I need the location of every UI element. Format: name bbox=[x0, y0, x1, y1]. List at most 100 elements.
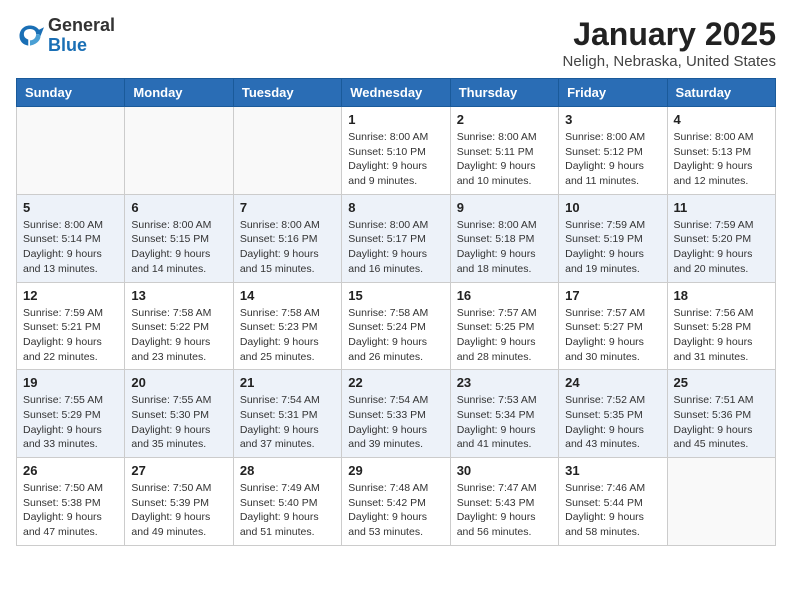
day-info: Sunrise: 7:50 AM Sunset: 5:39 PM Dayligh… bbox=[131, 481, 226, 540]
calendar-cell: 8 Sunrise: 8:00 AM Sunset: 5:17 PM Daylig… bbox=[342, 194, 450, 282]
calendar-cell: 13 Sunrise: 7:58 AM Sunset: 5:22 PM Dayli… bbox=[125, 282, 233, 370]
calendar-cell: 9Sunrise: 8:00 AM Sunset: 5:18 PM Daylig… bbox=[450, 194, 558, 282]
calendar-cell bbox=[125, 107, 233, 195]
calendar-header-cell: Monday bbox=[125, 79, 233, 107]
day-number: 8 bbox=[348, 200, 443, 215]
day-number: 28 bbox=[240, 463, 335, 478]
calendar-cell: 26 Sunrise: 7:50 AM Sunset: 5:38 PM Dayli… bbox=[17, 458, 125, 546]
day-info: Sunrise: 7:48 AM Sunset: 5:42 PM Dayligh… bbox=[348, 481, 443, 540]
calendar-body: 1 Sunrise: 8:00 AM Sunset: 5:10 PM Daylig… bbox=[17, 107, 776, 546]
page-header: General Blue January 2025 Neligh, Nebras… bbox=[16, 16, 776, 70]
calendar-cell: 2Sunrise: 8:00 AM Sunset: 5:11 PM Daylig… bbox=[450, 107, 558, 195]
day-info: Sunrise: 7:53 AM Sunset: 5:34 PM Dayligh… bbox=[457, 393, 552, 452]
day-info: Sunrise: 7:59 AM Sunset: 5:21 PM Dayligh… bbox=[23, 306, 118, 365]
day-info: Sunrise: 7:57 AM Sunset: 5:27 PM Dayligh… bbox=[565, 306, 660, 365]
day-info: Sunrise: 7:58 AM Sunset: 5:23 PM Dayligh… bbox=[240, 306, 335, 365]
calendar-cell: 27 Sunrise: 7:50 AM Sunset: 5:39 PM Dayli… bbox=[125, 458, 233, 546]
day-info: Sunrise: 8:00 AM Sunset: 5:13 PM Dayligh… bbox=[674, 130, 769, 189]
logo: General Blue bbox=[16, 16, 115, 56]
calendar-header-cell: Tuesday bbox=[233, 79, 341, 107]
calendar-cell bbox=[233, 107, 341, 195]
calendar-header-row: SundayMondayTuesdayWednesdayThursdayFrid… bbox=[17, 79, 776, 107]
calendar-cell: 18 Sunrise: 7:56 AM Sunset: 5:28 PM Dayli… bbox=[667, 282, 775, 370]
calendar-cell: 20 Sunrise: 7:55 AM Sunset: 5:30 PM Dayli… bbox=[125, 370, 233, 458]
calendar-cell: 11Sunrise: 7:59 AM Sunset: 5:20 PM Dayli… bbox=[667, 194, 775, 282]
day-info: Sunrise: 7:55 AM Sunset: 5:30 PM Dayligh… bbox=[131, 393, 226, 452]
day-info: Sunrise: 8:00 AM Sunset: 5:17 PM Dayligh… bbox=[348, 218, 443, 277]
month-title: January 2025 bbox=[563, 16, 776, 53]
day-info: Sunrise: 7:50 AM Sunset: 5:38 PM Dayligh… bbox=[23, 481, 118, 540]
day-number: 29 bbox=[348, 463, 443, 478]
day-info: Sunrise: 8:00 AM Sunset: 5:15 PM Dayligh… bbox=[131, 218, 226, 277]
calendar-cell: 15 Sunrise: 7:58 AM Sunset: 5:24 PM Dayli… bbox=[342, 282, 450, 370]
logo-text: General Blue bbox=[48, 16, 115, 56]
day-number: 14 bbox=[240, 288, 335, 303]
location-text: Neligh, Nebraska, United States bbox=[563, 53, 776, 70]
day-number: 16 bbox=[457, 288, 552, 303]
day-info: Sunrise: 7:51 AM Sunset: 5:36 PM Dayligh… bbox=[674, 393, 769, 452]
day-info: Sunrise: 7:58 AM Sunset: 5:22 PM Dayligh… bbox=[131, 306, 226, 365]
day-number: 20 bbox=[131, 375, 226, 390]
day-info: Sunrise: 7:54 AM Sunset: 5:31 PM Dayligh… bbox=[240, 393, 335, 452]
day-number: 26 bbox=[23, 463, 118, 478]
day-info: Sunrise: 8:00 AM Sunset: 5:10 PM Dayligh… bbox=[348, 130, 443, 189]
calendar-week-row: 12 Sunrise: 7:59 AM Sunset: 5:21 PM Dayli… bbox=[17, 282, 776, 370]
calendar-cell: 22Sunrise: 7:54 AM Sunset: 5:33 PM Dayli… bbox=[342, 370, 450, 458]
title-block: January 2025 Neligh, Nebraska, United St… bbox=[563, 16, 776, 70]
day-number: 18 bbox=[674, 288, 769, 303]
day-number: 19 bbox=[23, 375, 118, 390]
logo-blue-text: Blue bbox=[48, 35, 87, 55]
day-number: 17 bbox=[565, 288, 660, 303]
day-info: Sunrise: 8:00 AM Sunset: 5:11 PM Dayligh… bbox=[457, 130, 552, 189]
logo-general-text: General bbox=[48, 15, 115, 35]
day-info: Sunrise: 7:46 AM Sunset: 5:44 PM Dayligh… bbox=[565, 481, 660, 540]
calendar-cell: 16Sunrise: 7:57 AM Sunset: 5:25 PM Dayli… bbox=[450, 282, 558, 370]
calendar-cell: 24 Sunrise: 7:52 AM Sunset: 5:35 PM Dayli… bbox=[559, 370, 667, 458]
calendar-week-row: 26 Sunrise: 7:50 AM Sunset: 5:38 PM Dayli… bbox=[17, 458, 776, 546]
calendar-header-cell: Friday bbox=[559, 79, 667, 107]
calendar-cell: 7 Sunrise: 8:00 AM Sunset: 5:16 PM Daylig… bbox=[233, 194, 341, 282]
day-info: Sunrise: 7:55 AM Sunset: 5:29 PM Dayligh… bbox=[23, 393, 118, 452]
day-number: 15 bbox=[348, 288, 443, 303]
day-number: 1 bbox=[348, 112, 443, 127]
calendar-cell: 3Sunrise: 8:00 AM Sunset: 5:12 PM Daylig… bbox=[559, 107, 667, 195]
day-number: 5 bbox=[23, 200, 118, 215]
calendar-cell: 17 Sunrise: 7:57 AM Sunset: 5:27 PM Dayli… bbox=[559, 282, 667, 370]
calendar-cell: 6 Sunrise: 8:00 AM Sunset: 5:15 PM Daylig… bbox=[125, 194, 233, 282]
day-number: 22 bbox=[348, 375, 443, 390]
calendar-cell: 10Sunrise: 7:59 AM Sunset: 5:19 PM Dayli… bbox=[559, 194, 667, 282]
calendar-header-cell: Sunday bbox=[17, 79, 125, 107]
day-info: Sunrise: 7:59 AM Sunset: 5:20 PM Dayligh… bbox=[674, 218, 769, 277]
calendar-cell: 12 Sunrise: 7:59 AM Sunset: 5:21 PM Dayli… bbox=[17, 282, 125, 370]
calendar-cell: 31 Sunrise: 7:46 AM Sunset: 5:44 PM Dayli… bbox=[559, 458, 667, 546]
day-number: 21 bbox=[240, 375, 335, 390]
calendar-header-cell: Saturday bbox=[667, 79, 775, 107]
day-number: 12 bbox=[23, 288, 118, 303]
day-number: 6 bbox=[131, 200, 226, 215]
calendar-cell: 14 Sunrise: 7:58 AM Sunset: 5:23 PM Dayli… bbox=[233, 282, 341, 370]
calendar-header-cell: Wednesday bbox=[342, 79, 450, 107]
day-number: 3 bbox=[565, 112, 660, 127]
calendar-cell: 1 Sunrise: 8:00 AM Sunset: 5:10 PM Daylig… bbox=[342, 107, 450, 195]
day-info: Sunrise: 7:58 AM Sunset: 5:24 PM Dayligh… bbox=[348, 306, 443, 365]
calendar-week-row: 1 Sunrise: 8:00 AM Sunset: 5:10 PM Daylig… bbox=[17, 107, 776, 195]
day-info: Sunrise: 8:00 AM Sunset: 5:18 PM Dayligh… bbox=[457, 218, 552, 277]
day-info: Sunrise: 7:52 AM Sunset: 5:35 PM Dayligh… bbox=[565, 393, 660, 452]
day-number: 27 bbox=[131, 463, 226, 478]
day-info: Sunrise: 7:59 AM Sunset: 5:19 PM Dayligh… bbox=[565, 218, 660, 277]
day-number: 24 bbox=[565, 375, 660, 390]
calendar-cell: 30Sunrise: 7:47 AM Sunset: 5:43 PM Dayli… bbox=[450, 458, 558, 546]
calendar-cell: 28Sunrise: 7:49 AM Sunset: 5:40 PM Dayli… bbox=[233, 458, 341, 546]
calendar-cell: 21 Sunrise: 7:54 AM Sunset: 5:31 PM Dayli… bbox=[233, 370, 341, 458]
day-info: Sunrise: 7:47 AM Sunset: 5:43 PM Dayligh… bbox=[457, 481, 552, 540]
day-number: 23 bbox=[457, 375, 552, 390]
calendar-cell: 23 Sunrise: 7:53 AM Sunset: 5:34 PM Dayli… bbox=[450, 370, 558, 458]
day-info: Sunrise: 7:56 AM Sunset: 5:28 PM Dayligh… bbox=[674, 306, 769, 365]
day-number: 31 bbox=[565, 463, 660, 478]
calendar-week-row: 19 Sunrise: 7:55 AM Sunset: 5:29 PM Dayli… bbox=[17, 370, 776, 458]
day-number: 7 bbox=[240, 200, 335, 215]
calendar-cell: 19 Sunrise: 7:55 AM Sunset: 5:29 PM Dayli… bbox=[17, 370, 125, 458]
day-info: Sunrise: 8:00 AM Sunset: 5:16 PM Dayligh… bbox=[240, 218, 335, 277]
day-number: 25 bbox=[674, 375, 769, 390]
day-number: 13 bbox=[131, 288, 226, 303]
